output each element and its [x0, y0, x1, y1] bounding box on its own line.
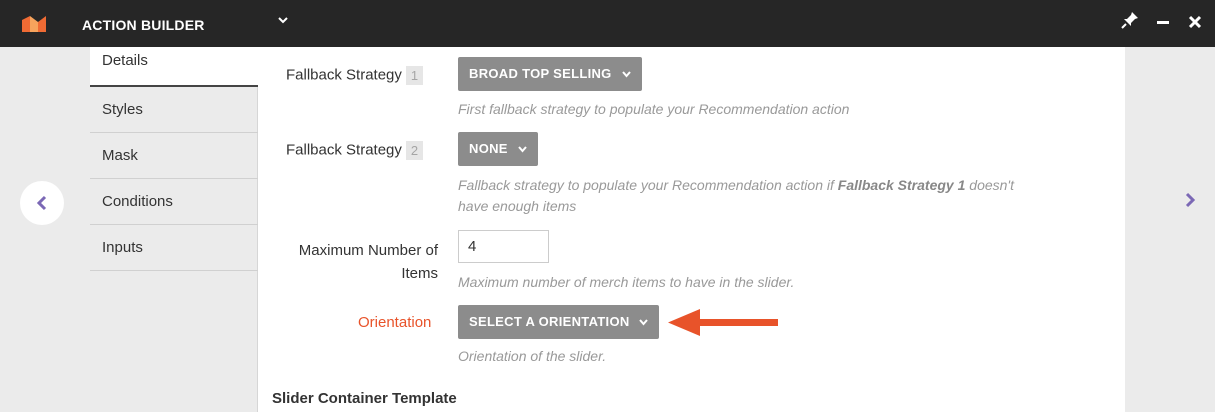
label-line: Maximum Number of: [298, 242, 438, 259]
fallback-strategy-1-help: First fallback strategy to populate your…: [458, 101, 850, 117]
sidebar-item-conditions[interactable]: Conditions: [90, 179, 258, 225]
chevron-down-icon: [621, 70, 631, 81]
max-items-label: Maximum Number of Items: [270, 239, 438, 285]
right-margin: [1125, 47, 1215, 412]
sidebar-item-details[interactable]: Details: [90, 47, 258, 87]
pin-icon[interactable]: [1119, 11, 1141, 35]
chevron-left-icon: [36, 195, 47, 211]
chevron-down-icon[interactable]: [278, 14, 288, 28]
minimize-icon[interactable]: [1152, 11, 1174, 35]
help-text: Fallback strategy to populate your Recom…: [458, 177, 838, 193]
fallback-strategy-2-label: Fallback Strategy 2: [286, 141, 424, 160]
chevron-right-icon: [1185, 192, 1196, 208]
strategy-number-badge: 2: [405, 141, 424, 160]
fallback-strategy-2-help: Fallback strategy to populate your Recom…: [458, 175, 1098, 217]
slider-container-template-label: Slider Container Template: [272, 390, 457, 407]
sidebar-item-mask[interactable]: Mask: [90, 133, 258, 179]
title-bar: ACTION BUILDER: [0, 0, 1215, 47]
dropdown-value: SELECT A ORIENTATION: [469, 314, 630, 329]
fallback-strategy-2-dropdown[interactable]: NONE: [458, 132, 538, 166]
dropdown-value: BROAD TOP SELLING: [469, 66, 612, 81]
arrow-pointer-icon: [668, 309, 778, 336]
sidebar-item-inputs[interactable]: Inputs: [90, 225, 258, 271]
next-arrow-button[interactable]: [1175, 185, 1205, 215]
label-line: Items: [401, 265, 438, 282]
strategy-number-badge: 1: [405, 66, 424, 85]
orientation-dropdown[interactable]: SELECT A ORIENTATION: [458, 305, 660, 339]
max-items-help: Maximum number of merch items to have in…: [458, 274, 795, 290]
help-text: doesn't: [965, 177, 1014, 193]
dropdown-value: NONE: [469, 141, 508, 156]
sidebar-item-styles[interactable]: Styles: [90, 87, 258, 133]
max-items-input[interactable]: 4: [458, 230, 549, 263]
orientation-label: Orientation: [358, 314, 432, 331]
fallback-strategy-label-text: Fallback Strategy: [286, 141, 402, 159]
app-title: ACTION BUILDER: [82, 17, 205, 33]
fallback-strategy-label-text: Fallback Strategy: [286, 66, 402, 84]
fallback-strategy-1-dropdown[interactable]: BROAD TOP SELLING: [458, 57, 642, 91]
close-icon[interactable]: [1184, 11, 1206, 35]
sidebar: Details Styles Mask Conditions Inputs: [90, 47, 258, 412]
marketo-logo-icon: [22, 16, 46, 32]
help-text: have enough items: [458, 198, 577, 214]
previous-arrow-button[interactable]: [20, 181, 64, 225]
fallback-strategy-1-label: Fallback Strategy 1: [286, 66, 424, 85]
chevron-down-icon: [517, 145, 527, 156]
orientation-help: Orientation of the slider.: [458, 348, 607, 364]
chevron-down-icon: [639, 318, 649, 329]
help-text-bold: Fallback Strategy 1: [837, 177, 966, 193]
